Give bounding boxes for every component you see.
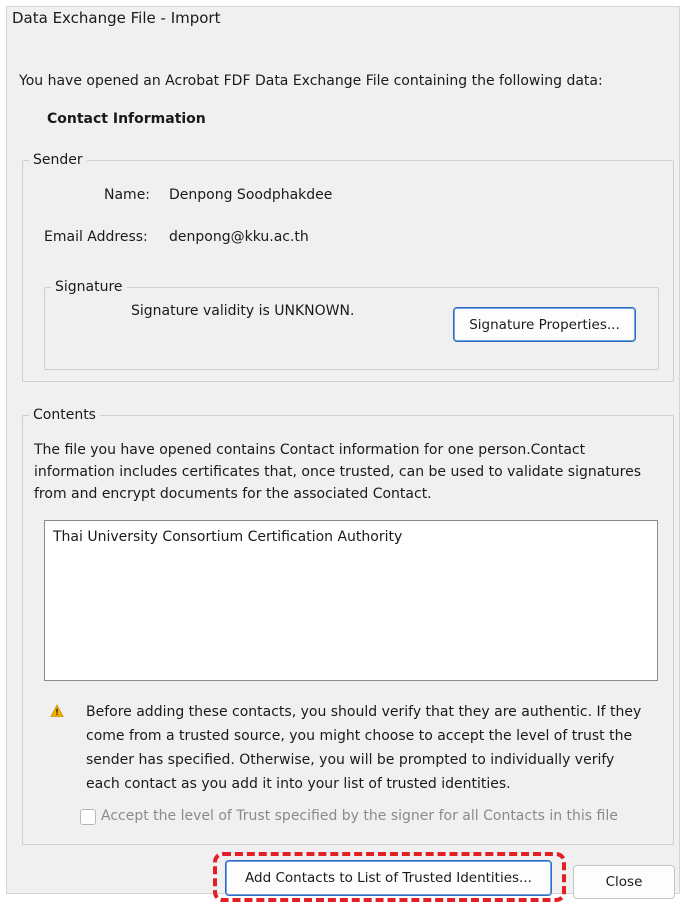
- add-contacts-button[interactable]: Add Contacts to List of Trusted Identiti…: [225, 860, 552, 896]
- warning-line: sender has specified. Otherwise, you wil…: [86, 752, 615, 768]
- email-value: denpong@kku.ac.th: [169, 229, 309, 245]
- section-heading: Contact Information: [47, 111, 206, 127]
- name-value: Denpong Soodphakdee: [169, 187, 333, 203]
- warning-line: come from a trusted source, you might ch…: [86, 728, 633, 744]
- description-line: information includes certificates that, …: [34, 464, 642, 480]
- signature-properties-button[interactable]: Signature Properties...: [453, 307, 636, 342]
- contents-legend: Contents: [33, 407, 96, 423]
- signature-legend: Signature: [55, 279, 123, 295]
- accept-trust-label: Accept the level of Trust specified by t…: [101, 808, 618, 824]
- description-line: from and encrypt documents for the assoc…: [34, 486, 432, 502]
- accept-trust-checkbox[interactable]: [80, 809, 96, 825]
- name-label: Name:: [104, 187, 151, 203]
- intro-text: You have opened an Acrobat FDF Data Exch…: [19, 73, 603, 89]
- window-title: Data Exchange File - Import: [12, 9, 221, 27]
- contacts-list[interactable]: Thai University Consortium Certification…: [44, 520, 658, 681]
- close-button[interactable]: Close: [573, 865, 675, 899]
- warning-line: each contact as you add it into your lis…: [86, 776, 511, 792]
- list-item[interactable]: Thai University Consortium Certification…: [53, 529, 649, 545]
- import-dialog: Data Exchange File - Import You have ope…: [6, 6, 680, 902]
- email-label: Email Address:: [44, 229, 148, 245]
- warning-text: Before adding these contacts, you should…: [86, 700, 641, 796]
- description-line: The file you have opened contains Contac…: [34, 442, 586, 458]
- contents-description: The file you have opened contains Contac…: [34, 439, 641, 505]
- signature-validity-text: Signature validity is UNKNOWN.: [131, 303, 355, 319]
- warning-triangle-icon: [50, 704, 64, 718]
- warning-line: Before adding these contacts, you should…: [86, 704, 642, 720]
- sender-legend: Sender: [33, 152, 83, 168]
